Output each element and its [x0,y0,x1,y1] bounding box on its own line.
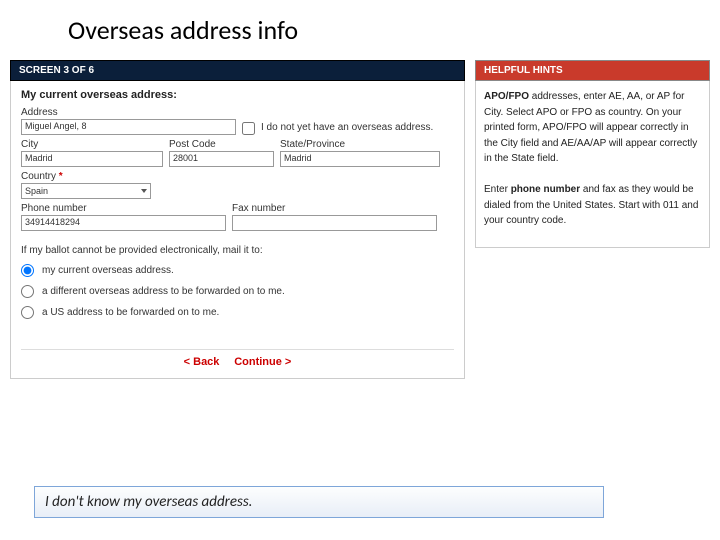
fax-input[interactable] [232,215,437,231]
address-label: Address [21,107,236,118]
screen-progress-bar: SCREEN 3 OF 6 [10,60,465,81]
back-link[interactable]: < Back [184,356,220,368]
phone-input[interactable]: 34914418294 [21,215,226,231]
address-row: Address Miguel Angel, 8 I do not yet hav… [21,107,454,135]
no-address-label: I do not yet have an overseas address. [261,121,433,135]
mail-option-us-label: a US address to be forwarded on to me. [42,307,219,318]
state-label: State/Province [280,139,440,150]
phone-label: Phone number [21,203,226,214]
phone-fax-row: Phone number 34914418294 Fax number [21,203,454,231]
form-column: SCREEN 3 OF 6 My current overseas addres… [10,60,465,379]
continue-link[interactable]: Continue > [234,356,291,368]
state-field: State/Province Madrid [280,139,440,167]
city-field: City Madrid [21,139,163,167]
country-label-text: Country [21,171,56,182]
no-address-block: I do not yet have an overseas address. [242,109,454,135]
mail-option-different-overseas-label: a different overseas address to be forwa… [42,286,285,297]
mail-option-us[interactable]: a US address to be forwarded on to me. [21,306,454,319]
form-body: My current overseas address: Address Mig… [10,81,465,379]
hints-paragraph-1: APO/FPO addresses, enter AE, AA, or AP f… [484,89,701,167]
required-asterisk: * [59,171,63,182]
nav-row: < Back Continue > [21,349,454,368]
postcode-field: Post Code 28001 [169,139,274,167]
state-input[interactable]: Madrid [280,151,440,167]
city-post-state-row: City Madrid Post Code 28001 State/Provin… [21,139,454,167]
address-field: Address Miguel Angel, 8 [21,107,236,135]
country-field: Country * Spain [21,171,151,199]
mail-option-current[interactable]: my current overseas address. [21,264,454,277]
hints-phone-bold: phone number [511,184,580,195]
postcode-label: Post Code [169,139,274,150]
hints-p2-a: Enter [484,184,511,195]
mail-options-block: If my ballot cannot be provided electron… [21,245,454,319]
mail-option-current-radio[interactable] [21,264,34,277]
postcode-input[interactable]: 28001 [169,151,274,167]
mail-option-different-overseas-radio[interactable] [21,285,34,298]
country-label: Country * [21,171,151,182]
no-address-checkbox[interactable] [242,122,255,135]
hints-body: APO/FPO addresses, enter AE, AA, or AP f… [475,81,710,248]
city-input[interactable]: Madrid [21,151,163,167]
mail-option-current-label: my current overseas address. [42,265,174,276]
fax-label: Fax number [232,203,437,214]
phone-field: Phone number 34914418294 [21,203,226,231]
hints-paragraph-2: Enter phone number and fax as they would… [484,182,701,229]
city-label: City [21,139,163,150]
content-wrap: SCREEN 3 OF 6 My current overseas addres… [0,60,720,379]
hints-header: HELPFUL HINTS [475,60,710,81]
mail-option-us-radio[interactable] [21,306,34,319]
form-heading: My current overseas address: [21,89,454,101]
hints-column: HELPFUL HINTS APO/FPO addresses, enter A… [475,60,710,379]
country-row: Country * Spain [21,171,454,199]
mail-option-different-overseas[interactable]: a different overseas address to be forwa… [21,285,454,298]
mail-options-prompt: If my ballot cannot be provided electron… [21,245,454,256]
fax-field: Fax number [232,203,437,231]
presenter-note: I don't know my overseas address. [34,486,604,518]
slide-title: Overseas address info [0,0,720,60]
address-input[interactable]: Miguel Angel, 8 [21,119,236,135]
country-select[interactable]: Spain [21,183,151,199]
hints-apo-fpo-bold: APO/FPO [484,91,529,102]
